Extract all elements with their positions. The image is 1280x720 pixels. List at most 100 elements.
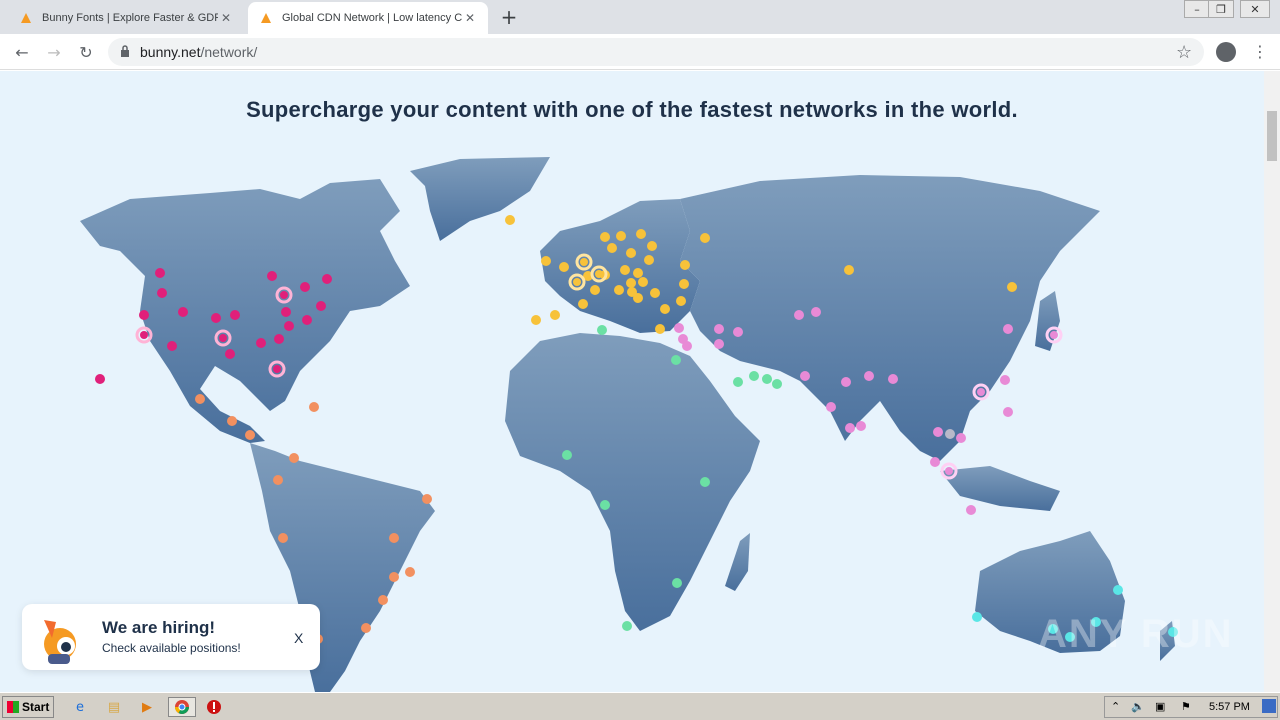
north-america-shape xyxy=(80,179,410,443)
start-button[interactable]: Start xyxy=(2,696,54,718)
pop-dot xyxy=(600,500,610,510)
pop-dot xyxy=(422,494,432,504)
pop-dot xyxy=(230,310,240,320)
reload-icon[interactable]: ↻ xyxy=(74,40,98,64)
pop-dot xyxy=(531,315,541,325)
pop-dot xyxy=(680,260,690,270)
pop-dot xyxy=(1003,407,1013,417)
pop-dot xyxy=(405,567,415,577)
pop-dot xyxy=(620,265,630,275)
pop-dot xyxy=(772,379,782,389)
new-tab-button[interactable]: + xyxy=(498,5,520,29)
volume-icon[interactable]: 🔈 xyxy=(1131,700,1145,713)
pop-dot xyxy=(811,307,821,317)
tab-global-cdn[interactable]: Global CDN Network | Low latency CDN ✕ xyxy=(248,2,488,34)
pop-dot xyxy=(389,533,399,543)
pop-dot xyxy=(195,394,205,404)
pop-dot xyxy=(800,371,810,381)
pop-dot xyxy=(267,271,277,281)
pop-dot xyxy=(157,288,167,298)
show-desktop-icon[interactable] xyxy=(1262,699,1276,713)
page-scrollbar[interactable] xyxy=(1264,71,1280,692)
pop-dot xyxy=(845,423,855,433)
browser-menu-icon[interactable]: ⋮ xyxy=(1252,42,1268,61)
restore-window-button[interactable]: ❐ xyxy=(1208,0,1234,18)
minimize-window-button[interactable]: – xyxy=(1184,0,1210,18)
pop-dot xyxy=(930,457,940,467)
pop-dot xyxy=(682,341,692,351)
pop-dot xyxy=(622,621,632,631)
pop-dot xyxy=(972,612,982,622)
close-window-button[interactable]: ✕ xyxy=(1240,0,1270,18)
pop-dot xyxy=(749,371,759,381)
bunny-favicon-icon xyxy=(258,10,274,26)
action-center-flag-icon[interactable]: ⚑ xyxy=(1181,700,1191,713)
media-player-icon[interactable]: ▶ xyxy=(137,697,157,717)
pop-dot xyxy=(274,334,284,344)
chrome-taskbar-icon[interactable] xyxy=(168,697,196,717)
pop-dot xyxy=(281,307,291,317)
tab-bunny-fonts[interactable]: Bunny Fonts | Explore Faster & GDPR ✕ xyxy=(8,2,244,34)
pop-dot xyxy=(1007,282,1017,292)
pop-dot xyxy=(638,277,648,287)
scrollbar-thumb[interactable] xyxy=(1267,111,1277,161)
profile-avatar-icon[interactable] xyxy=(1216,42,1236,62)
pop-dot xyxy=(607,243,617,253)
pop-dot xyxy=(505,215,515,225)
show-hidden-icons-icon[interactable]: ⌃ xyxy=(1111,700,1120,713)
pop-dot xyxy=(676,296,686,306)
pop-dot xyxy=(674,323,684,333)
network-icon[interactable]: ▣ xyxy=(1155,700,1165,713)
pop-dot xyxy=(322,274,332,284)
forward-arrow-icon[interactable]: → xyxy=(42,40,66,64)
pop-dot xyxy=(671,355,681,365)
address-bar[interactable]: bunny.net/network/ xyxy=(108,38,1204,66)
stop-icon[interactable] xyxy=(204,697,224,717)
hiring-close-button[interactable]: X xyxy=(294,630,303,646)
pop-dot xyxy=(302,315,312,325)
pop-dot xyxy=(167,341,177,351)
taskbar-clock[interactable]: 5:57 PM xyxy=(1209,701,1250,713)
pop-dot xyxy=(700,477,710,487)
tab-bar: Bunny Fonts | Explore Faster & GDPR ✕ Gl… xyxy=(0,0,1280,34)
close-tab-icon[interactable]: ✕ xyxy=(462,10,478,26)
back-arrow-icon[interactable]: ← xyxy=(10,40,34,64)
pop-dot xyxy=(864,371,874,381)
pop-dot xyxy=(636,229,646,239)
pop-dot xyxy=(626,248,636,258)
pop-dot xyxy=(933,427,943,437)
pop-dot xyxy=(316,301,326,311)
pop-dot xyxy=(700,233,710,243)
bunny-mascot-icon xyxy=(30,610,88,666)
pop-dot xyxy=(1003,324,1013,334)
pop-dot xyxy=(614,285,624,295)
tab-title: Global CDN Network | Low latency CDN xyxy=(282,12,462,24)
pop-dot xyxy=(826,402,836,412)
page-content: Supercharge your content with one of the… xyxy=(0,71,1264,692)
hiring-title: We are hiring! xyxy=(102,618,216,637)
pop-dot xyxy=(660,304,670,314)
pop-dot xyxy=(139,310,149,320)
pop-dot xyxy=(211,313,221,323)
bookmark-star-icon[interactable]: ☆ xyxy=(1176,42,1192,63)
system-tray: ⌃ 🔈 ▣ ⚑ 5:57 PM xyxy=(1104,696,1278,718)
tab-title: Bunny Fonts | Explore Faster & GDPR xyxy=(42,12,218,24)
pop-dot xyxy=(1113,585,1123,595)
pop-dot xyxy=(956,433,966,443)
pop-dot xyxy=(300,282,310,292)
pop-dot xyxy=(1000,375,1010,385)
pop-dot xyxy=(389,572,399,582)
hiring-subtitle[interactable]: Check available positions! xyxy=(102,641,241,655)
file-explorer-icon[interactable]: ▤ xyxy=(104,697,124,717)
windows-taskbar: Start e ▤ ▶ ⌃ 🔈 ▣ ⚑ 5:57 PM xyxy=(0,692,1280,720)
pop-dot xyxy=(289,453,299,463)
internet-explorer-icon[interactable]: e xyxy=(70,697,90,717)
pop-dot xyxy=(714,339,724,349)
pop-dot xyxy=(227,416,237,426)
pop-dot xyxy=(559,262,569,272)
close-tab-icon[interactable]: ✕ xyxy=(218,10,234,26)
greenland-shape xyxy=(410,157,550,241)
hiring-popup[interactable]: We are hiring! Check available positions… xyxy=(22,604,320,670)
pop-dot xyxy=(155,268,165,278)
pop-dot xyxy=(278,533,288,543)
